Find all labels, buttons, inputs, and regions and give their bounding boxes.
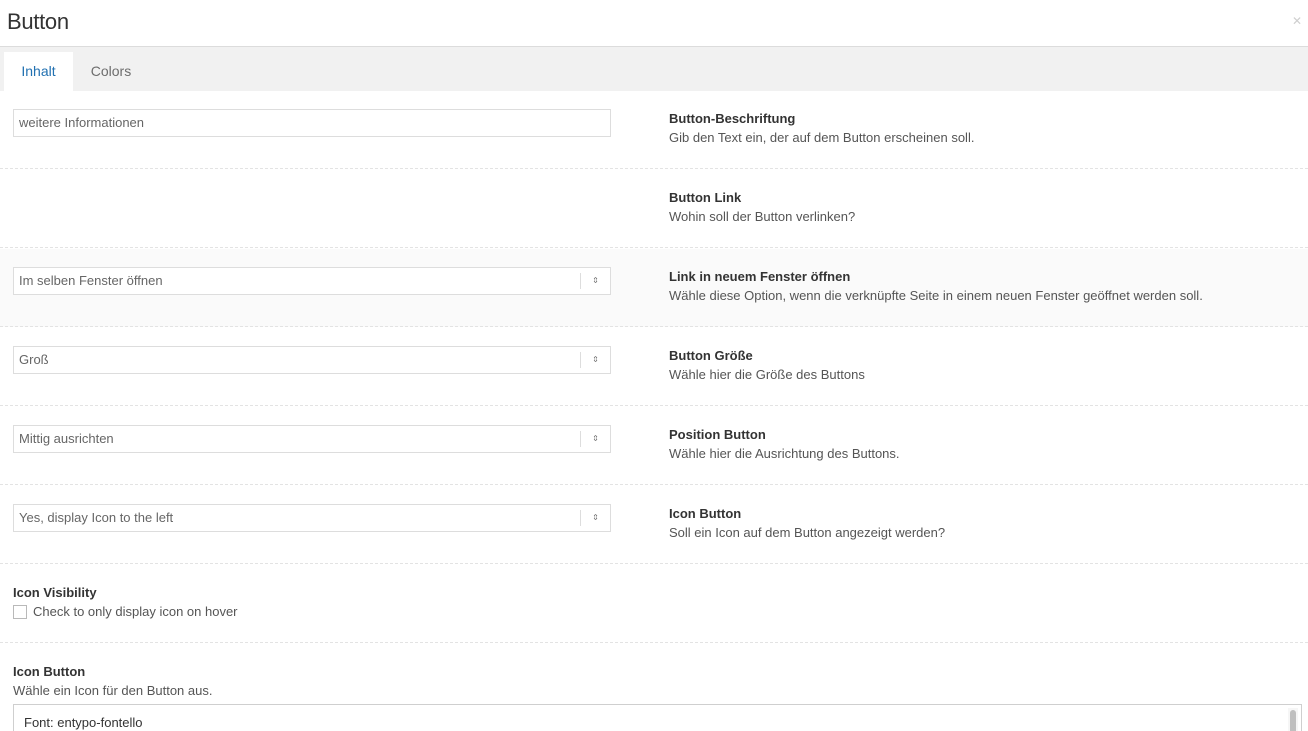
button-size-select[interactable]: Groß ⇕ (13, 346, 611, 374)
field-title: Button Link (669, 190, 742, 205)
icon-visibility-checkbox-line[interactable]: Check to only display icon on hover (13, 602, 238, 622)
modal-title: Button (7, 9, 69, 34)
link-target-select[interactable]: Im selben Fenster öffnen ⇕ (13, 267, 611, 295)
field-help: Gib den Text ein, der auf dem Button ers… (669, 130, 975, 145)
button-size-select-value: Groß (19, 352, 49, 367)
button-label-input[interactable]: weitere Informationen (13, 109, 611, 137)
scrollbar-thumb[interactable] (1290, 710, 1296, 731)
modal-header: Button ✕ (0, 0, 1308, 47)
button-label-description: Button-Beschriftung Gib den Text ein, de… (669, 110, 974, 147)
button-position-select-value: Mittig ausrichten (19, 431, 114, 446)
field-title: Icon Button (669, 506, 742, 521)
row-icon-select: Yes, display Icon to the left ⇕ Icon But… (0, 486, 1308, 564)
row-button-link: Button Link Wohin soll der Button verlin… (0, 170, 1308, 248)
select-arrows-icon: ⇕ (580, 510, 610, 526)
field-help: Wähle ein Icon für den Button aus. (13, 683, 213, 698)
icon-display-select[interactable]: Yes, display Icon to the left ⇕ (13, 504, 611, 532)
row-button-size: Groß ⇕ Button Größe Wähle hier die Größe… (0, 328, 1308, 406)
field-title: Button Größe (669, 348, 753, 363)
field-help: Soll ein Icon auf dem Button angezeigt w… (669, 525, 946, 540)
icon-picker-list[interactable]: Font: entypo-fontello (13, 704, 1302, 731)
select-arrows-icon: ⇕ (580, 431, 610, 447)
button-position-select[interactable]: Mittig ausrichten ⇕ (13, 425, 611, 453)
link-target-description: Link in neuem Fenster öffnen Wähle diese… (669, 268, 1203, 305)
icon-picker-block: Icon Button Wähle ein Icon für den Butto… (13, 663, 212, 700)
row-button-label: weitere Informationen Button-Beschriftun… (0, 91, 1308, 169)
button-settings-modal: Button ✕ Inhalt Colors weitere Informati… (0, 0, 1308, 731)
tab-inhalt[interactable]: Inhalt (4, 52, 73, 91)
field-title: Icon Visibility (13, 585, 97, 600)
icon-select-description: Icon Button Soll ein Icon auf dem Button… (669, 505, 945, 542)
link-target-select-value: Im selben Fenster öffnen (19, 273, 163, 288)
row-link-target: Im selben Fenster öffnen ⇕ Link in neuem… (0, 249, 1308, 327)
button-position-description: Position Button Wähle hier die Ausrichtu… (669, 426, 900, 463)
icon-visibility-block: Icon Visibility Check to only display ic… (13, 584, 238, 622)
icon-list-scrollbar[interactable] (1288, 708, 1298, 731)
row-icon-visibility: Icon Visibility Check to only display ic… (0, 565, 1308, 643)
field-help: Wähle hier die Größe des Buttons (669, 367, 865, 382)
tab-colors[interactable]: Colors (75, 52, 147, 91)
tab-bar: Inhalt Colors (0, 47, 1308, 91)
hover-only-checkbox[interactable] (13, 604, 27, 619)
button-label-input-value: weitere Informationen (19, 115, 145, 130)
field-title: Link in neuem Fenster öffnen (669, 269, 851, 284)
field-help: Wohin soll der Button verlinken? (669, 209, 856, 224)
field-title: Button-Beschriftung (669, 111, 796, 126)
field-help: Wähle diese Option, wenn die verknüpfte … (669, 288, 1203, 303)
button-link-description: Button Link Wohin soll der Button verlin… (669, 189, 855, 226)
field-title: Icon Button (13, 664, 86, 679)
select-arrows-icon: ⇕ (580, 352, 610, 368)
field-title: Position Button (669, 427, 766, 442)
field-help: Wähle hier die Ausrichtung des Buttons. (669, 446, 900, 461)
button-size-description: Button Größe Wähle hier die Größe des Bu… (669, 347, 865, 384)
icon-display-select-value: Yes, display Icon to the left (19, 510, 174, 525)
checkbox-label: Check to only display icon on hover (33, 604, 238, 619)
icon-font-label: Font: entypo-fontello (24, 715, 143, 730)
select-arrows-icon: ⇕ (580, 273, 610, 289)
row-button-position: Mittig ausrichten ⇕ Position Button Wähl… (0, 407, 1308, 485)
close-icon[interactable]: ✕ (1292, 14, 1302, 28)
